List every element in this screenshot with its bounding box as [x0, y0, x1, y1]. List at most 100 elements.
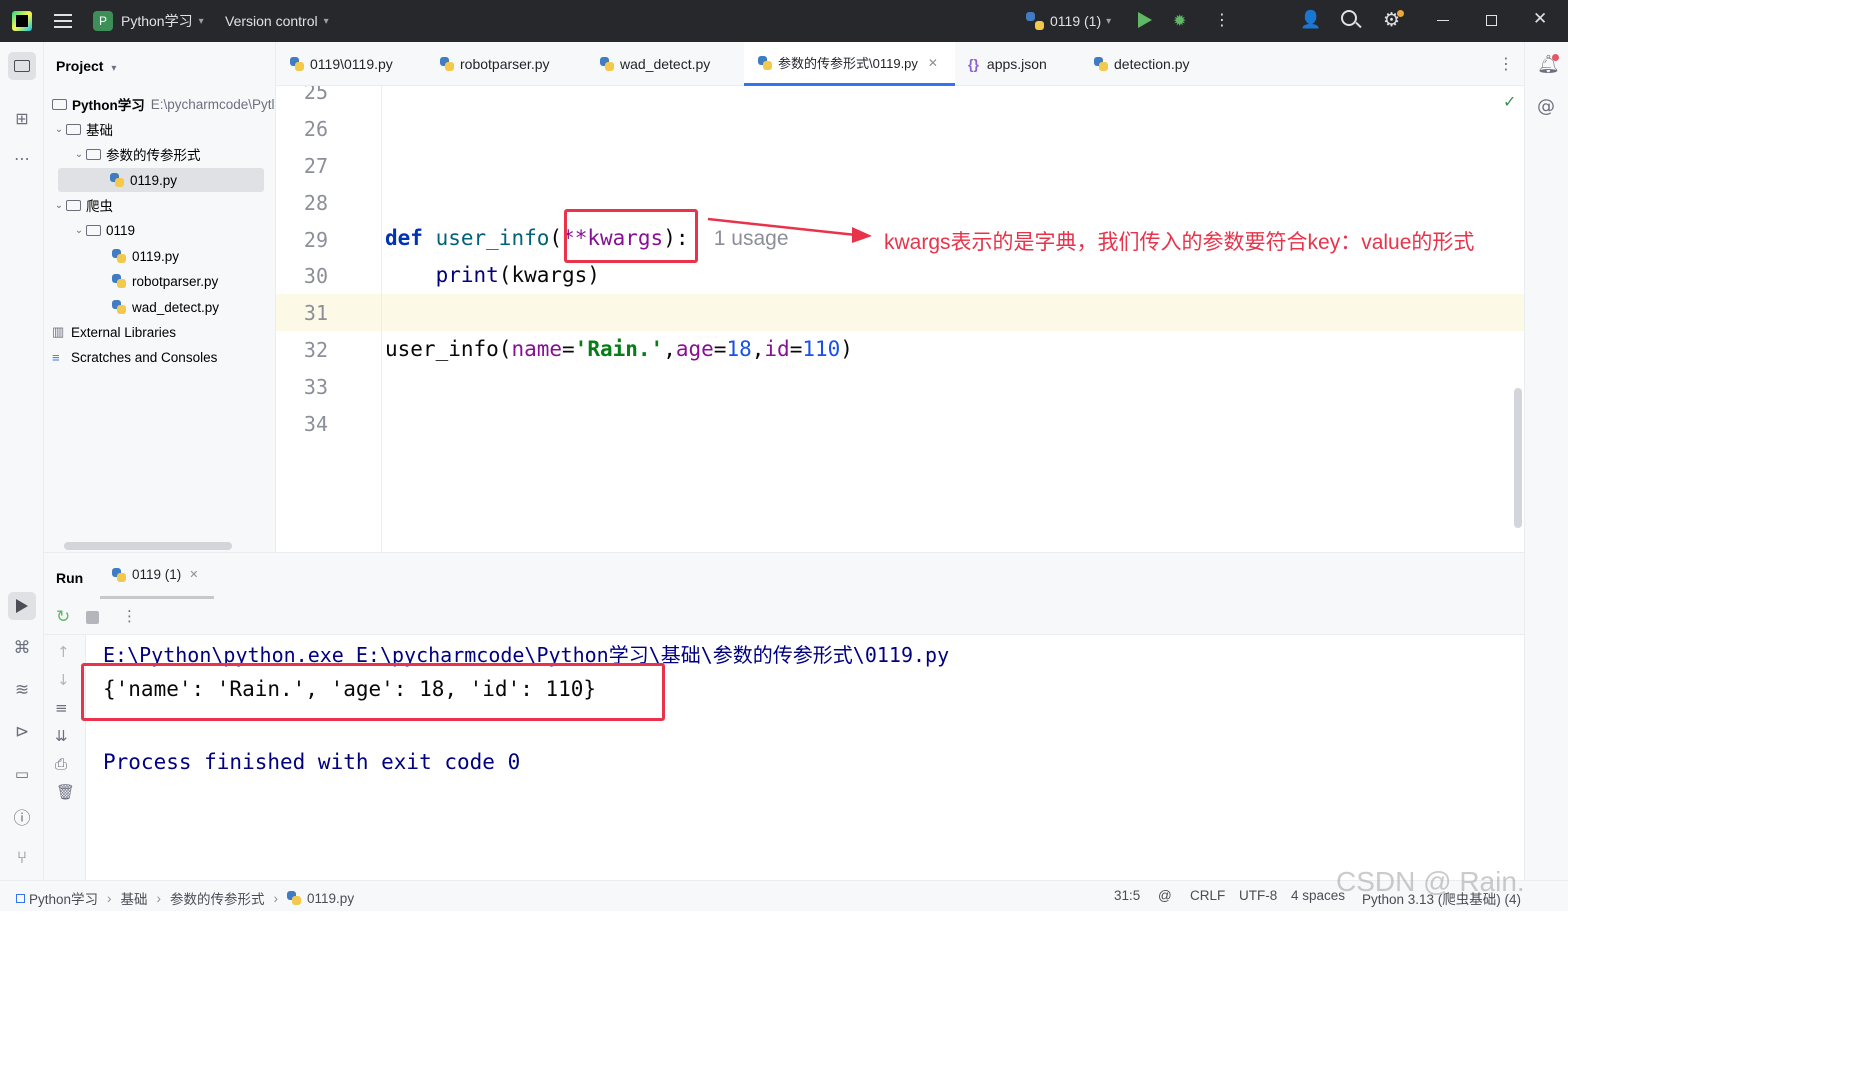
- editor-tab[interactable]: robotparser.py: [440, 42, 550, 86]
- stop-icon[interactable]: [86, 611, 99, 624]
- chevron-down-icon[interactable]: ⌄: [52, 200, 66, 211]
- soft-wrap-icon[interactable]: ≡: [55, 699, 68, 717]
- python-console-icon[interactable]: ⌘: [10, 636, 34, 660]
- run-config-selector[interactable]: 0119 (1) ▾: [1026, 12, 1111, 30]
- run-icon[interactable]: [1138, 12, 1152, 28]
- clear-trash-icon[interactable]: 🗑︎: [56, 783, 75, 801]
- vertical-scrollbar[interactable]: [1514, 388, 1522, 528]
- line-number: 30: [303, 264, 328, 288]
- search-icon[interactable]: [1341, 10, 1357, 26]
- tree-root[interactable]: Python学习 E:\pycharmcode\Pytl: [44, 92, 275, 116]
- app-logo-icon[interactable]: [12, 11, 32, 31]
- problems-icon[interactable]: ⓘ: [10, 804, 34, 829]
- arg-eq: =: [562, 337, 575, 361]
- breadcrumb-item[interactable]: 0119.py: [307, 891, 354, 906]
- code-editor[interactable]: 25 26 27 28 29 30 31 32 33 34 ✓ def user…: [276, 86, 1524, 552]
- chevron-down-icon[interactable]: ⌄: [52, 124, 66, 135]
- scroll-down-icon[interactable]: ↓: [57, 671, 70, 689]
- project-panel-title[interactable]: Project ▾: [56, 58, 116, 74]
- editor-tab[interactable]: {} apps.json: [968, 42, 1047, 86]
- git-icon[interactable]: ⑂: [10, 846, 34, 870]
- run-side-toolbar: ↑ ↓ ≡ ⇊ ⎙ 🗑︎: [44, 635, 86, 881]
- module-icon: [16, 893, 25, 903]
- tree-item-file[interactable]: robotparser.py: [44, 269, 275, 293]
- print-icon[interactable]: ⎙: [55, 755, 67, 773]
- chevron-down-icon: ▾: [1106, 15, 1112, 27]
- structure-tool-icon[interactable]: ⊞: [10, 106, 34, 130]
- scroll-to-end-icon[interactable]: ⇊: [55, 727, 68, 745]
- tree-item-label: External Libraries: [71, 324, 177, 340]
- breadcrumb-item[interactable]: 参数的传参形式: [170, 888, 265, 908]
- editor-tab-active[interactable]: 参数的传参形式\0119.py ✕: [744, 42, 955, 86]
- more-tools-icon[interactable]: ⋯: [10, 146, 34, 170]
- ai-assistant-icon[interactable]: @: [1537, 96, 1555, 117]
- tree-item-folder[interactable]: ⌄ 爬虫: [44, 193, 275, 217]
- tree-item-folder[interactable]: ⌄ 参数的传参形式: [44, 142, 275, 166]
- title-bar: P Python学习 ▾ Version control ▾ 0119 (1) …: [0, 0, 1568, 42]
- more-options-icon[interactable]: ⋮: [122, 607, 137, 625]
- line-number: 29: [303, 228, 328, 252]
- scratches-icon: ≡: [52, 349, 60, 365]
- vcs-label: Version control: [225, 13, 318, 29]
- tree-item-label: wad_detect.py: [132, 299, 220, 315]
- project-tool-icon[interactable]: [8, 52, 36, 80]
- chevron-down-icon[interactable]: ⌄: [72, 225, 86, 236]
- terminal-icon[interactable]: ▭: [10, 762, 34, 786]
- tree-item-file[interactable]: wad_detect.py: [44, 295, 275, 319]
- editor-tab[interactable]: 0119\0119.py: [290, 42, 393, 86]
- maximize-icon[interactable]: [1486, 15, 1497, 26]
- tab-label: robotparser.py: [460, 56, 550, 72]
- minimize-icon[interactable]: [1437, 20, 1449, 21]
- chevron-right-icon: ›: [156, 890, 162, 906]
- line-number: 28: [303, 191, 328, 215]
- line-number: 33: [303, 375, 328, 399]
- run-tab[interactable]: 0119 (1) ✕: [100, 553, 214, 599]
- chevron-down-icon[interactable]: ⌄: [72, 149, 86, 160]
- services-icon[interactable]: ⊳: [10, 720, 34, 744]
- caret-position[interactable]: 31:5: [1114, 888, 1140, 903]
- vcs-selector[interactable]: Version control ▾: [225, 13, 329, 29]
- project-selector[interactable]: P Python学习 ▾: [93, 11, 204, 31]
- chevron-down-icon: ▾: [323, 15, 329, 27]
- breadcrumb-item[interactable]: 基础: [121, 888, 148, 908]
- tree-root-label: Python学习: [72, 98, 145, 113]
- tree-item-external-libraries[interactable]: ▥ External Libraries: [44, 320, 275, 344]
- ai-status-icon[interactable]: @: [1158, 888, 1172, 903]
- python-icon: [112, 567, 126, 582]
- run-config-label: 0119 (1): [1050, 13, 1102, 29]
- editor-tab[interactable]: wad_detect.py: [600, 42, 710, 86]
- file-encoding[interactable]: UTF-8: [1239, 888, 1277, 903]
- arg-name: id: [764, 337, 790, 361]
- packages-icon[interactable]: ≋: [10, 678, 34, 702]
- tree-item-label: Scratches and Consoles: [71, 349, 218, 365]
- scroll-up-icon[interactable]: ↑: [57, 643, 70, 661]
- run-toolbar: ↻ ⋮: [44, 599, 1524, 635]
- no-problems-check-icon[interactable]: ✓: [1503, 92, 1516, 111]
- arg-name: age: [675, 337, 714, 361]
- python-file-icon: [290, 57, 304, 71]
- tree-item-folder[interactable]: ⌄ 0119: [44, 218, 275, 242]
- arg-string-value: 'Rain.': [574, 337, 664, 361]
- tree-item-file-selected[interactable]: 0119.py: [58, 168, 264, 192]
- horizontal-scrollbar[interactable]: [64, 542, 232, 550]
- run-tool-icon[interactable]: [8, 592, 36, 620]
- main-menu-icon[interactable]: [54, 12, 72, 28]
- line-ending[interactable]: CRLF: [1190, 888, 1225, 903]
- editor-tab[interactable]: detection.py: [1094, 42, 1190, 86]
- line-number: 25: [303, 86, 328, 104]
- chevron-right-icon: ›: [273, 890, 279, 906]
- more-actions-icon[interactable]: ⋮: [1214, 10, 1230, 29]
- tab-options-icon[interactable]: ⋮: [1498, 54, 1514, 73]
- breadcrumb-item[interactable]: Python学习: [29, 888, 98, 908]
- print-call: print: [435, 263, 499, 287]
- close-tab-icon[interactable]: ✕: [189, 568, 198, 581]
- tree-item-scratches[interactable]: ≡ Scratches and Consoles: [44, 345, 275, 369]
- debug-icon[interactable]: ✹: [1173, 11, 1186, 30]
- tree-item-file[interactable]: 0119.py: [44, 244, 275, 268]
- close-tab-icon[interactable]: ✕: [928, 56, 938, 70]
- rerun-icon[interactable]: ↻: [56, 607, 70, 627]
- run-panel-header: Run 0119 (1) ✕: [44, 553, 1524, 599]
- add-user-icon[interactable]: 👤: [1300, 10, 1321, 30]
- close-icon[interactable]: ✕: [1533, 9, 1547, 29]
- tree-item-folder[interactable]: ⌄ 基础: [44, 117, 275, 141]
